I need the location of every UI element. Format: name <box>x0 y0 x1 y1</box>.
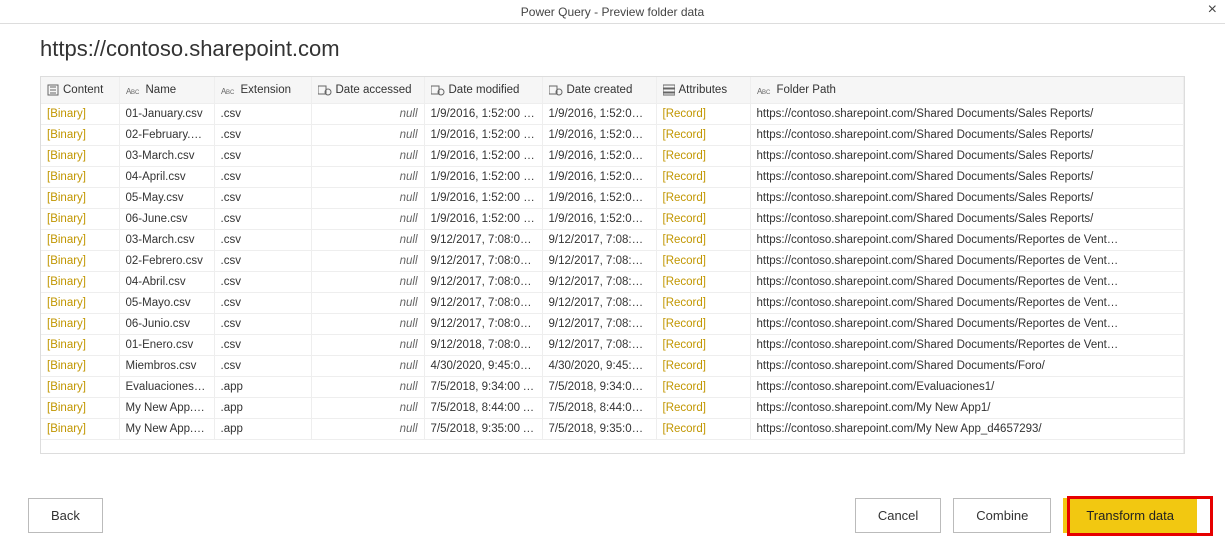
col-date-created[interactable]: Date created <box>542 77 656 103</box>
datetime-icon <box>318 84 332 96</box>
datetime-icon <box>549 84 563 96</box>
svg-text:C: C <box>766 90 771 96</box>
transform-data-button[interactable]: Transform data <box>1063 498 1197 533</box>
table-row[interactable]: [Binary]03-March.csv.csvnull1/9/2016, 1:… <box>41 145 1184 166</box>
binary-icon <box>47 84 59 96</box>
cancel-button[interactable]: Cancel <box>855 498 941 533</box>
table-row[interactable]: [Binary]01-Enero.csv.csvnull9/12/2018, 7… <box>41 334 1184 355</box>
table-row[interactable]: [Binary]04-April.csv.csvnull1/9/2016, 1:… <box>41 166 1184 187</box>
table-row[interactable]: [Binary]06-June.csv.csvnull1/9/2016, 1:5… <box>41 208 1184 229</box>
window-title: Power Query - Preview folder data <box>521 5 704 19</box>
svg-text:C: C <box>230 90 235 96</box>
table-row[interactable]: [Binary]05-Mayo.csv.csvnull9/12/2017, 7:… <box>41 292 1184 313</box>
col-date-modified[interactable]: Date modified <box>424 77 542 103</box>
table-row[interactable]: [Binary]06-Junio.csv.csvnull9/12/2017, 7… <box>41 313 1184 334</box>
text-icon: ABC <box>221 84 237 96</box>
table-row[interactable]: [Binary]My New App.app.appnull7/5/2018, … <box>41 418 1184 439</box>
table-row[interactable]: [Binary]02-February.csv.csvnull1/9/2016,… <box>41 124 1184 145</box>
table-row[interactable]: [Binary]05-May.csv.csvnull1/9/2016, 1:52… <box>41 187 1184 208</box>
table-row[interactable]: [Binary]My New App.app.appnull7/5/2018, … <box>41 397 1184 418</box>
back-button[interactable]: Back <box>28 498 103 533</box>
close-icon[interactable]: × <box>1208 2 1217 18</box>
table-row[interactable]: [Binary]03-March.csv.csvnull9/12/2017, 7… <box>41 229 1184 250</box>
text-icon: ABC <box>757 84 773 96</box>
table-row[interactable]: [Binary]02-Febrero.csv.csvnull9/12/2017,… <box>41 250 1184 271</box>
col-content[interactable]: Content <box>41 77 119 103</box>
col-extension[interactable]: ABC Extension <box>214 77 311 103</box>
combine-button[interactable]: Combine <box>953 498 1051 533</box>
title-bar: Power Query - Preview folder data × <box>0 0 1225 24</box>
datetime-icon <box>431 84 445 96</box>
table-row[interactable]: [Binary]01-January.csv.csvnull1/9/2016, … <box>41 103 1184 124</box>
table-row[interactable]: [Binary]Evaluaciones.app.appnull7/5/2018… <box>41 376 1184 397</box>
data-table: Content ABC Name ABC Extension <box>40 76 1185 454</box>
col-attributes[interactable]: Attributes <box>656 77 750 103</box>
col-date-accessed[interactable]: Date accessed <box>311 77 424 103</box>
table-row[interactable]: [Binary]Miembros.csv.csvnull4/30/2020, 9… <box>41 355 1184 376</box>
svg-text:C: C <box>135 90 140 96</box>
col-name[interactable]: ABC Name <box>119 77 214 103</box>
record-icon <box>663 84 675 96</box>
footer: Back Cancel Combine Transform data <box>0 498 1225 533</box>
page-url: https://contoso.sharepoint.com <box>0 24 1225 76</box>
text-icon: ABC <box>126 84 142 96</box>
col-folder-path[interactable]: ABC Folder Path <box>750 77 1184 103</box>
table-row[interactable]: [Binary]04-Abril.csv.csvnull9/12/2017, 7… <box>41 271 1184 292</box>
